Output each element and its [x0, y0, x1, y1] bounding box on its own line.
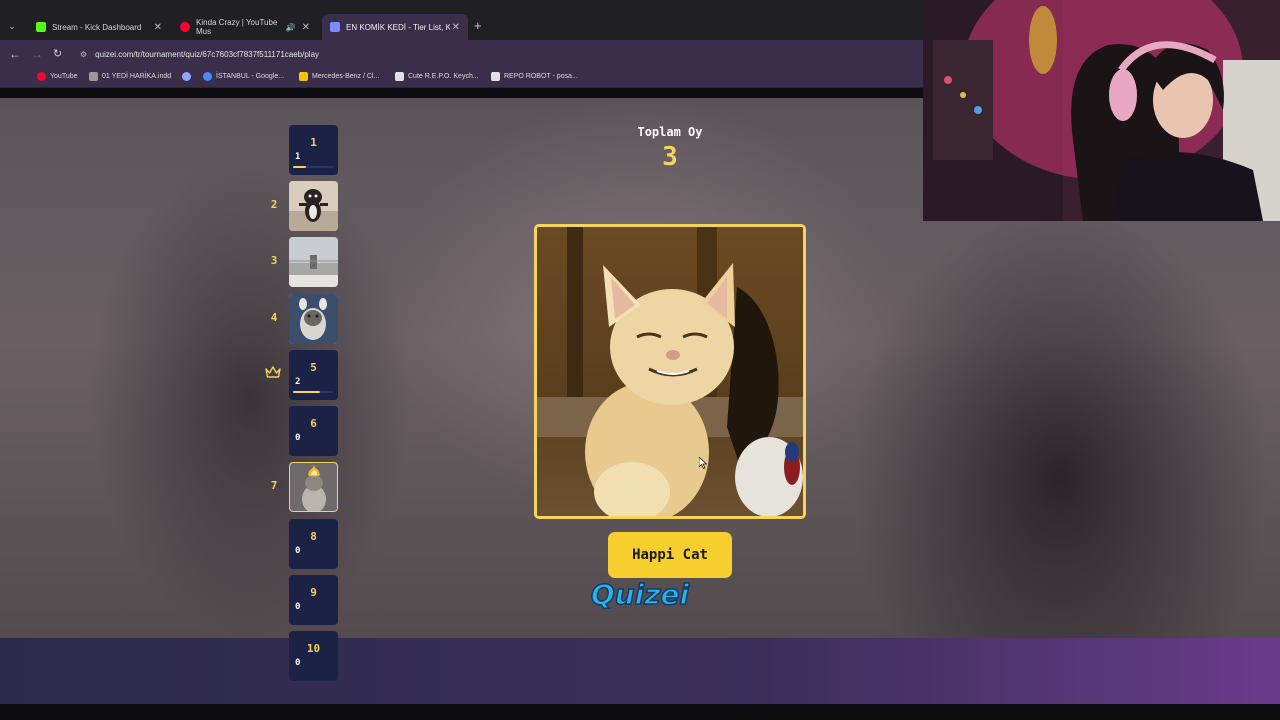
- slot-number: 1: [310, 136, 317, 149]
- slot-vote-count: 0: [295, 546, 301, 556]
- bookmark-label: Cute R.E.P.O. Keych...: [408, 73, 479, 80]
- w-logo-icon: [395, 72, 404, 81]
- bookmark-cute-repo[interactable]: Cute R.E.P.O. Keych...: [395, 72, 479, 81]
- forward-icon[interactable]: →: [31, 46, 43, 62]
- total-votes-label: Toplam Oy: [637, 125, 703, 139]
- document-icon: [89, 72, 98, 81]
- bookmark-label: 01 YEDİ HARİKA.indd: [102, 73, 172, 80]
- slot-vote-count: 0: [295, 602, 301, 612]
- youtube-music-icon: [180, 22, 190, 32]
- close-icon[interactable]: ✕: [452, 22, 460, 33]
- slot-2-image[interactable]: [289, 181, 338, 231]
- webcam-overlay: [923, 0, 1280, 221]
- slot-number: 9: [310, 586, 317, 599]
- slot-progress-fill: [293, 166, 307, 168]
- kitten-standing-photo: [289, 181, 338, 231]
- slot-4-image[interactable]: [289, 294, 338, 344]
- globe-icon: [182, 72, 191, 81]
- slot-8[interactable]: 8 0: [289, 519, 338, 569]
- s-logo-icon: [299, 72, 308, 81]
- mouse-cursor-icon: [699, 457, 707, 469]
- reload-icon[interactable]: ↻: [53, 46, 62, 62]
- slot-9[interactable]: 9 0: [289, 575, 338, 625]
- kick-icon: [36, 22, 46, 32]
- quizei-favicon-icon: [330, 22, 340, 32]
- bottom-letterbox: [0, 704, 1280, 720]
- close-icon[interactable]: ✕: [302, 22, 310, 33]
- slot-number: 10: [306, 642, 321, 655]
- url-text: quizei.com/tr/tournament/quiz/67c7603cf7…: [95, 50, 320, 59]
- bookmark-globe[interactable]: [182, 72, 195, 81]
- slot-number: 8: [310, 530, 317, 543]
- slot-10[interactable]: 10 0: [289, 631, 338, 681]
- slot-progress: [293, 166, 333, 168]
- w-logo-icon: [491, 72, 500, 81]
- tab-title: Kinda Crazy | YouTube Mus: [196, 18, 278, 36]
- speaker-icon[interactable]: 🔊: [286, 23, 296, 32]
- bookmark-istanbul[interactable]: İSTANBUL - Google...: [203, 72, 284, 81]
- total-votes-value: 3: [662, 142, 678, 172]
- contestant-name-button[interactable]: Happi Cat: [608, 532, 732, 578]
- tab-quizei[interactable]: EN KOMİK KEDİ - Tier List, Kor ✕: [322, 14, 468, 40]
- screen: ⌄ Stream - Kick Dashboard ✕ Kinda Crazy …: [0, 0, 1280, 720]
- slot-number: 5: [310, 361, 317, 374]
- bookmark-label: YouTube: [50, 73, 78, 80]
- slot-5[interactable]: 5 2: [289, 350, 338, 400]
- url-field[interactable]: ⚙ quizei.com/tr/tournament/quiz/67c7603c…: [80, 46, 922, 63]
- slot-number: 2: [270, 198, 278, 211]
- slot-number: 7: [270, 479, 278, 492]
- close-icon[interactable]: ✕: [154, 22, 162, 33]
- bookmark-label: REPO ROBOT - posa...: [504, 73, 578, 80]
- crown-icon: [265, 366, 281, 378]
- current-contestant-card[interactable]: [534, 224, 806, 519]
- slot-number: 6: [310, 417, 317, 430]
- slot-vote-count: 0: [295, 433, 301, 443]
- new-tab-icon[interactable]: +: [474, 18, 482, 34]
- bookmark-repo-robot[interactable]: REPO ROBOT - posa...: [491, 72, 578, 81]
- slot-1[interactable]: 1 1: [289, 125, 338, 175]
- tab-search-icon[interactable]: ⌄: [4, 18, 20, 34]
- tab-title: Stream - Kick Dashboard: [52, 22, 142, 32]
- quizei-logo: Quizei: [590, 577, 690, 612]
- slot-vote-count: 1: [295, 152, 301, 162]
- site-info-icon[interactable]: ⚙: [80, 50, 87, 59]
- youtube-icon: [37, 72, 46, 81]
- streamer-webcam-feed: [923, 0, 1280, 221]
- slot-6[interactable]: 6 0: [289, 406, 338, 456]
- bookmark-youtube[interactable]: YouTube: [37, 72, 78, 81]
- kitten-blurry-photo: [289, 237, 338, 287]
- slot-7-image[interactable]: [289, 462, 338, 512]
- slot-progress-fill: [293, 391, 320, 393]
- happy-cat-photo: [537, 227, 803, 516]
- slot-number: 3: [270, 254, 278, 267]
- svg-text:Quizei: Quizei: [591, 578, 690, 611]
- tab-title: EN KOMİK KEDİ - Tier List, Kor: [346, 22, 450, 32]
- kitten-fire-photo: [290, 463, 337, 511]
- tab-kick-dashboard[interactable]: Stream - Kick Dashboard ✕: [28, 14, 170, 40]
- slot-number: 4: [270, 311, 278, 324]
- slot-vote-count: 2: [295, 377, 301, 387]
- bookmark-label: İSTANBUL - Google...: [216, 73, 285, 80]
- bookmark-label: Mercedes-Benz / Cl...: [312, 73, 380, 80]
- slot-vote-count: 0: [295, 658, 301, 668]
- bookmark-mercedes[interactable]: Mercedes-Benz / Cl...: [299, 72, 379, 81]
- slot-progress: [293, 391, 333, 393]
- globe-icon: [203, 72, 212, 81]
- slot-3-image[interactable]: [289, 237, 338, 287]
- back-icon[interactable]: ←: [9, 46, 21, 62]
- kitten-paws-photo: [289, 294, 338, 344]
- page-footer-gradient: [0, 638, 1280, 704]
- tab-youtube-music[interactable]: Kinda Crazy | YouTube Mus 🔊 ✕: [172, 14, 318, 40]
- bookmark-yedi-harika[interactable]: 01 YEDİ HARİKA.indd: [89, 72, 171, 81]
